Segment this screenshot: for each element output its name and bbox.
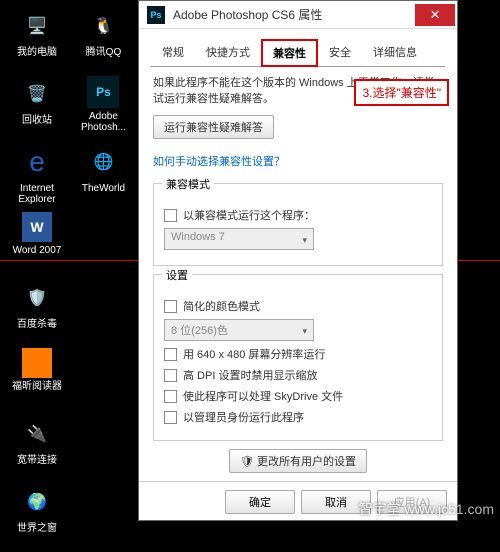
- desktop-icon-computer[interactable]: 🖥️我的电脑: [6, 8, 68, 72]
- annotation-callout: 3.选择"兼容性": [354, 79, 449, 106]
- shield-icon: 🛡: [240, 456, 254, 468]
- chevron-down-icon: ▾: [302, 326, 307, 337]
- desktop-icon-baidu[interactable]: 🛡️百度杀毒: [6, 280, 68, 344]
- titlebar: Ps Adobe Photoshop CS6 属性 ✕: [139, 1, 457, 29]
- watermark: 智宇堂 www.jc51.com: [359, 499, 494, 519]
- desktop-icon-world[interactable]: 🌍世界之窗: [6, 484, 68, 548]
- skydrive-checkbox[interactable]: [164, 390, 177, 403]
- tab-details[interactable]: 详细信息: [362, 39, 428, 67]
- desktop-icon-broadband[interactable]: 🔌宽带连接: [6, 416, 68, 480]
- tab-compatibility[interactable]: 兼容性: [261, 39, 318, 67]
- dialog-title: Adobe Photoshop CS6 属性: [173, 6, 415, 23]
- compat-mode-group: 兼容模式 以兼容模式运行这个程序： Windows 7▾: [153, 183, 443, 266]
- desktop-icon-ie[interactable]: eInternet Explorer: [6, 144, 68, 208]
- 640x480-checkbox[interactable]: [164, 348, 177, 361]
- tab-shortcut[interactable]: 快捷方式: [195, 39, 261, 67]
- tab-security[interactable]: 安全: [318, 39, 362, 67]
- desktop-icon-word[interactable]: WWord 2007: [6, 212, 68, 276]
- desktop-icon-qq[interactable]: 🐧腾讯QQ: [72, 8, 134, 72]
- reduced-color-checkbox[interactable]: [164, 300, 177, 313]
- ok-button[interactable]: 确定: [225, 490, 295, 514]
- desktop-icon-recycle[interactable]: 🗑️回收站: [6, 76, 68, 140]
- manual-link[interactable]: 如何手动选择兼容性设置？: [153, 153, 285, 169]
- desktop: 🖥️我的电脑 🐧腾讯QQ 🗑️回收站 PsAdobe Photosh... eI…: [0, 0, 140, 521]
- desktop-icon-theworld[interactable]: 🌐TheWorld: [72, 144, 134, 208]
- desktop-icon-photoshop[interactable]: PsAdobe Photosh...: [72, 76, 134, 140]
- compat-mode-checkbox[interactable]: [164, 209, 177, 222]
- dpi-checkbox[interactable]: [164, 369, 177, 382]
- tabs: 常规 快捷方式 兼容性 安全 详细信息: [151, 39, 445, 67]
- settings-group: 设置 简化的颜色模式 8 位(256)色▾ 用 640 x 480 屏幕分辨率运…: [153, 274, 443, 441]
- tab-general[interactable]: 常规: [151, 39, 195, 67]
- admin-checkbox[interactable]: [164, 411, 177, 424]
- troubleshoot-button[interactable]: 运行兼容性疑难解答: [153, 115, 274, 139]
- color-depth-select[interactable]: 8 位(256)色▾: [164, 319, 314, 341]
- photoshop-icon: Ps: [147, 6, 165, 24]
- desktop-icon-foxit[interactable]: 福昕阅读器: [6, 348, 68, 412]
- all-users-button[interactable]: 🛡 更改所有用户的设置: [229, 449, 367, 473]
- chevron-down-icon: ▾: [302, 235, 307, 246]
- compat-os-select[interactable]: Windows 7▾: [164, 228, 314, 250]
- close-button[interactable]: ✕: [415, 4, 455, 26]
- properties-dialog: Ps Adobe Photoshop CS6 属性 ✕ 常规 快捷方式 兼容性 …: [138, 0, 458, 521]
